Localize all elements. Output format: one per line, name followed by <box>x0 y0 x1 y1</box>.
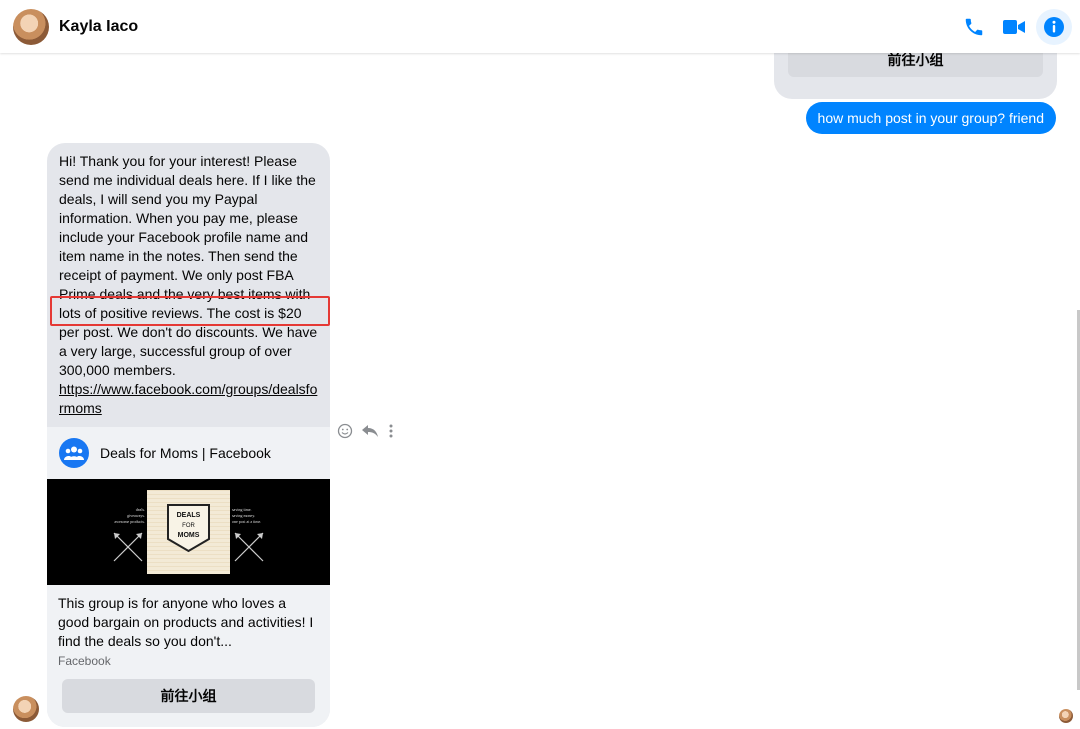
highlight-annotation-box <box>50 296 330 326</box>
seen-indicator-avatar <box>1059 709 1073 723</box>
contact-avatar[interactable] <box>13 8 49 45</box>
more-icon[interactable] <box>387 423 395 439</box>
info-icon <box>1044 17 1064 37</box>
link-preview-description: This group is for anyone who loves a goo… <box>58 595 314 649</box>
react-icon[interactable] <box>337 423 353 439</box>
link-preview-source: Facebook <box>58 654 111 668</box>
sender-avatar[interactable] <box>13 696 39 722</box>
phone-icon <box>965 18 983 36</box>
contact-name[interactable]: Kayla Iaco <box>59 18 138 36</box>
voice-call-button[interactable] <box>956 9 992 45</box>
incoming-message-body: Hi! Thank you for your interest! Please … <box>59 153 318 378</box>
header-actions <box>956 9 1072 45</box>
link-preview-image[interactable]: deals. giveaways. awesome products. savi… <box>47 479 330 585</box>
message-actions <box>337 423 395 439</box>
outgoing-message[interactable]: how much post in your group? friend <box>805 102 1056 134</box>
right-arrows-icon <box>234 532 264 562</box>
image-left-tagline: deals. giveaways. awesome products. <box>114 507 145 524</box>
image-right-tagline: saving time. saving money. one post at a… <box>232 507 262 524</box>
incoming-message-text: Hi! Thank you for your interest! Please … <box>47 143 330 427</box>
video-call-button[interactable] <box>996 9 1032 45</box>
link-preview-title: Deals for Moms | Facebook <box>100 445 271 461</box>
conversation-info-button[interactable] <box>1036 9 1072 45</box>
deals-for-moms-logo: DEALS FOR MOMS <box>147 490 230 574</box>
link-preview-header[interactable]: Deals for Moms | Facebook <box>47 427 330 479</box>
incoming-message-link[interactable]: https://www.facebook.com/groups/dealsfor… <box>59 381 317 416</box>
message-thread: 前往小组 how much post in your group? friend… <box>0 43 1080 729</box>
incoming-message[interactable]: Hi! Thank you for your interest! Please … <box>47 143 330 727</box>
link-preview-body[interactable]: This group is for anyone who loves a goo… <box>47 585 330 668</box>
conversation-header: Kayla Iaco <box>0 0 1080 53</box>
link-preview-card[interactable]: Deals for Moms | Facebook deals. giveawa… <box>47 427 330 727</box>
reply-icon[interactable] <box>361 423 379 439</box>
group-icon <box>59 438 89 468</box>
link-preview-footer: 前往小组 <box>47 668 330 727</box>
go-to-group-button[interactable]: 前往小组 <box>62 679 315 713</box>
left-arrows-icon <box>113 532 143 562</box>
video-camera-icon <box>1003 20 1025 34</box>
